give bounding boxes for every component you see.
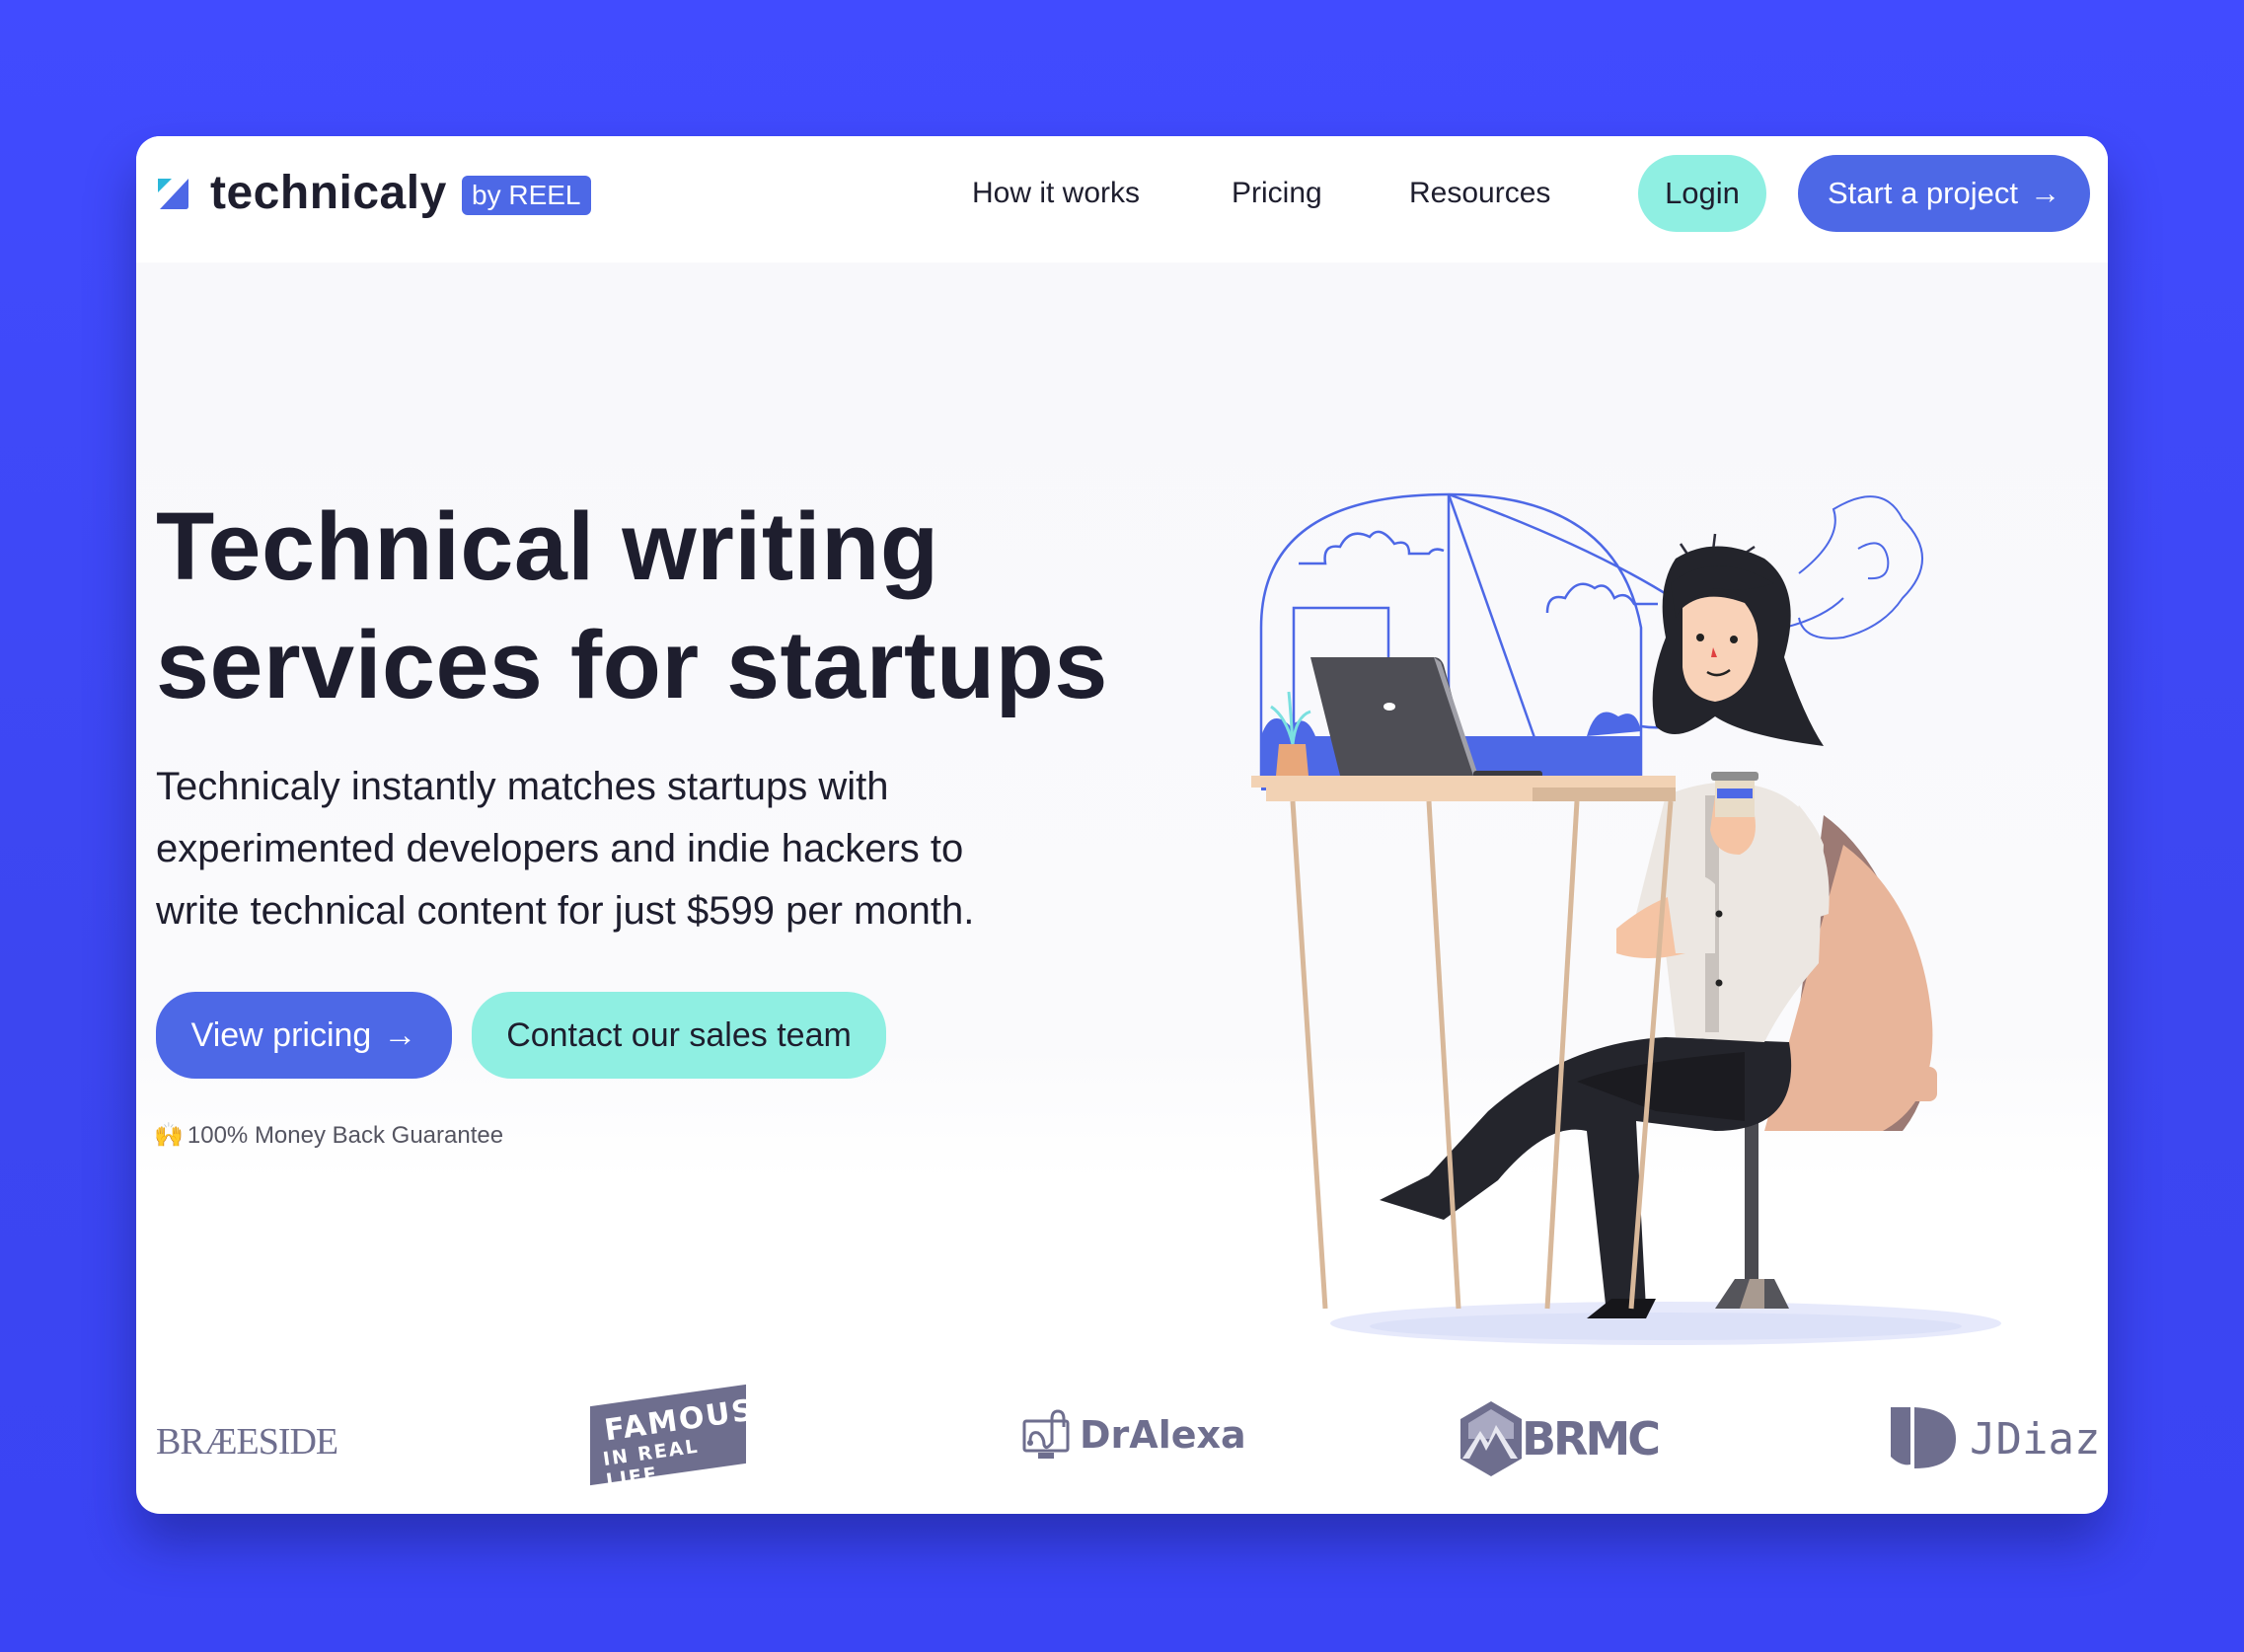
nav-link-resources[interactable]: Resources — [1409, 174, 1550, 213]
logo-famous-in-real-life: FAMOUS IN REAL LIFE — [590, 1384, 757, 1492]
dralexa-name: DrAlexa — [1080, 1413, 1246, 1457]
brmc-name: BRMC — [1522, 1412, 1661, 1465]
mountain-hexagon-icon — [1460, 1401, 1522, 1476]
monitor-stethoscope-icon — [1022, 1409, 1070, 1459]
description-line-1: Technicaly instantly matches startups wi… — [156, 765, 889, 808]
guarantee-text: 100% Money Back Guarantee — [187, 1121, 504, 1149]
login-label: Login — [1665, 176, 1740, 210]
logo-jdiaz: JDiaz — [1891, 1407, 2100, 1470]
jd-monogram-icon — [1891, 1407, 1956, 1468]
description-line-2: experimented developers and indie hacker… — [156, 827, 964, 870]
plant-pot — [1276, 744, 1309, 776]
login-button[interactable]: Login — [1638, 155, 1766, 232]
contact-sales-button[interactable]: Contact our sales team — [472, 992, 886, 1079]
hero-illustration — [1251, 492, 2001, 1345]
money-back-guarantee: 🙌 100% Money Back Guarantee — [154, 1121, 503, 1150]
start-project-label: Start a project — [1828, 176, 2018, 210]
hero-headline: Technical writing services for startups — [156, 488, 1108, 724]
jdiaz-name: JDiaz — [1970, 1413, 2101, 1464]
steam-swirl — [1783, 495, 1923, 639]
nav-link-how-it-works[interactable]: How it works — [972, 174, 1140, 213]
hero-description: Technicaly instantly matches startups wi… — [156, 756, 1143, 942]
client-logos: BRÆESIDE FAMOUS IN REAL LIFE DrAlexa BRM… — [136, 1378, 2108, 1496]
desk-top — [1251, 776, 1676, 788]
description-line-3: write technical content for just $599 pe… — [156, 889, 975, 933]
by-reel-badge: by REEL — [462, 176, 591, 215]
headline-line-2: services for startups — [156, 611, 1108, 718]
page-card: technicaly by REEL How it works Pricing … — [136, 136, 2108, 1514]
nav-link-pricing[interactable]: Pricing — [1232, 174, 1322, 213]
contact-sales-label: Contact our sales team — [506, 1015, 852, 1054]
hero-section: Technical writing services for startups … — [136, 263, 2108, 1345]
brand-name[interactable]: technicaly — [210, 166, 447, 220]
logo-braeside: BRÆESIDE — [156, 1421, 338, 1463]
logo-dralexa: DrAlexa — [1022, 1407, 1246, 1463]
start-project-button[interactable]: Start a project → — [1798, 155, 2090, 232]
headline-line-1: Technical writing — [156, 492, 939, 600]
view-pricing-button[interactable]: View pricing → — [156, 992, 452, 1079]
logo-brmc: BRMC — [1457, 1399, 1661, 1478]
top-nav: technicaly by REEL How it works Pricing … — [136, 136, 2108, 263]
view-pricing-label: View pricing — [190, 1015, 372, 1054]
arrow-right-icon: → — [383, 1015, 417, 1054]
raised-hands-icon: 🙌 — [154, 1122, 184, 1149]
arrow-right-icon: → — [2029, 176, 2060, 210]
technicaly-logo-icon[interactable] — [156, 176, 191, 211]
